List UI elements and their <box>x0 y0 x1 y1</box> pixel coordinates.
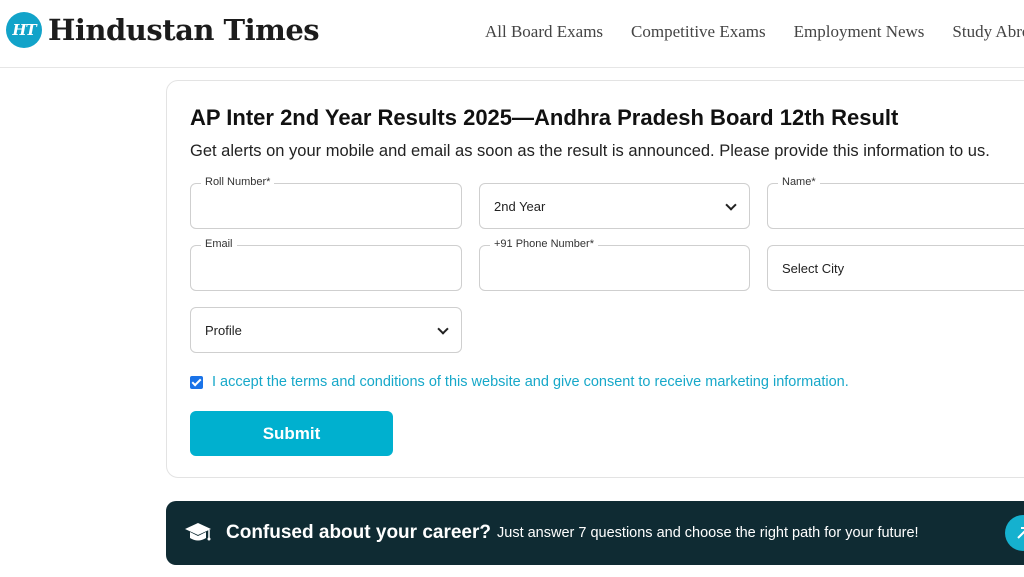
banner-headline: Confused about your career? <box>226 522 491 543</box>
career-banner[interactable]: Confused about your career? Just answer … <box>166 501 1024 565</box>
consent-checkbox[interactable] <box>190 375 203 389</box>
submit-button[interactable]: Submit <box>190 411 393 456</box>
profile-dropdown[interactable] <box>191 308 461 352</box>
email-input[interactable] <box>191 246 461 290</box>
form-title: AP Inter 2nd Year Results 2025—Andhra Pr… <box>190 105 899 130</box>
form-subtitle: Get alerts on your mobile and email as s… <box>190 142 990 160</box>
year-dropdown[interactable] <box>480 184 749 228</box>
city-dropdown[interactable] <box>768 246 1024 290</box>
logo-wordmark: Hindustan Times <box>48 13 320 47</box>
banner-subtext: Just answer 7 questions and choose the r… <box>497 525 919 541</box>
email-field[interactable]: Email <box>190 238 462 291</box>
consent-row[interactable]: I accept the terms and conditions of thi… <box>190 374 849 390</box>
ht-logo-icon: HT <box>6 12 42 48</box>
consent-text: I accept the terms and conditions of thi… <box>212 374 849 390</box>
roll-number-label: Roll Number* <box>201 176 275 188</box>
city-select[interactable]: Select City <box>767 245 1024 291</box>
result-alert-form: AP Inter 2nd Year Results 2025—Andhra Pr… <box>166 80 1024 478</box>
site-header: HT Hindustan Times All Board Exams Compe… <box>0 0 1024 68</box>
name-field[interactable]: Name* <box>767 176 1024 229</box>
nav-all-board-exams[interactable]: All Board Exams <box>485 22 603 42</box>
phone-label: +91 Phone Number* <box>490 238 598 250</box>
site-logo[interactable]: HT Hindustan Times <box>6 12 320 48</box>
roll-number-input[interactable] <box>191 184 461 228</box>
roll-number-field[interactable]: Roll Number* <box>190 176 462 229</box>
name-label: Name* <box>778 176 820 188</box>
name-input[interactable] <box>768 184 1024 228</box>
nav-competitive-exams[interactable]: Competitive Exams <box>631 22 766 42</box>
top-nav: All Board Exams Competitive Exams Employ… <box>485 22 1024 42</box>
email-label: Email <box>201 238 237 250</box>
nav-study-abroad[interactable]: Study Abroad <box>952 22 1024 42</box>
phone-input[interactable] <box>480 246 749 290</box>
profile-select[interactable]: Profile <box>190 307 462 353</box>
arrow-up-right-icon[interactable] <box>1005 515 1024 551</box>
phone-field[interactable]: +91 Phone Number* <box>479 238 750 291</box>
year-select[interactable]: 2nd Year <box>479 183 750 229</box>
nav-employment-news[interactable]: Employment News <box>794 22 925 42</box>
graduation-cap-icon <box>185 523 211 541</box>
